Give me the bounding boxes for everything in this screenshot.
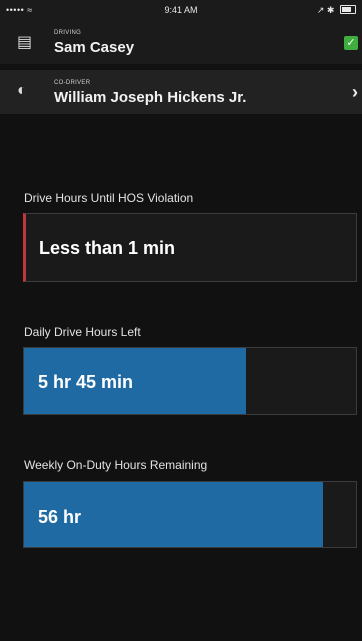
- list-icon: ▤: [17, 34, 33, 51]
- status-right-icons: ↗ ✱: [317, 5, 356, 16]
- hos-screen: ••••• ≈ 9:41 AM ↗ ✱ ▤ DRIVING Sam Casey …: [0, 0, 362, 641]
- daily-drive-label: Daily Drive Hours Left: [24, 325, 141, 339]
- codriver-row[interactable]: ◐ CO-DRIVER William Joseph Hickens Jr. ›: [0, 70, 362, 114]
- check-icon: ✓: [344, 36, 358, 50]
- driving-label: DRIVING: [54, 30, 82, 36]
- daily-drive-value: 5 hr 45 min: [38, 372, 134, 392]
- weekly-duty-label: Weekly On-Duty Hours Remaining: [24, 458, 208, 472]
- battery-icon: [340, 5, 356, 14]
- hos-violation-meter: Less than 1 min: [23, 213, 357, 282]
- codriver-label: CO-DRIVER: [54, 80, 91, 86]
- status-time: 9:41 AM: [164, 5, 198, 15]
- status-bar: ••••• ≈ 9:41 AM ↗ ✱: [0, 0, 362, 22]
- bluetooth-location-icons: ↗ ✱: [316, 5, 335, 15]
- codriver-name: William Joseph Hickens Jr.: [54, 89, 247, 106]
- weekly-duty-value: 56 hr: [38, 507, 82, 527]
- driving-name: Sam Casey: [54, 39, 135, 56]
- half-moon-icon: ◐: [17, 82, 27, 99]
- chevron-right-icon[interactable]: ›: [352, 82, 358, 103]
- daily-drive-meter: 5 hr 45 min: [23, 347, 357, 415]
- weekly-duty-meter: 56 hr: [23, 481, 357, 548]
- driving-row[interactable]: ▤ DRIVING Sam Casey ✓: [0, 22, 362, 64]
- hos-violation-label: Drive Hours Until HOS Violation: [24, 191, 194, 205]
- hos-violation-value: Less than 1 min: [39, 238, 176, 258]
